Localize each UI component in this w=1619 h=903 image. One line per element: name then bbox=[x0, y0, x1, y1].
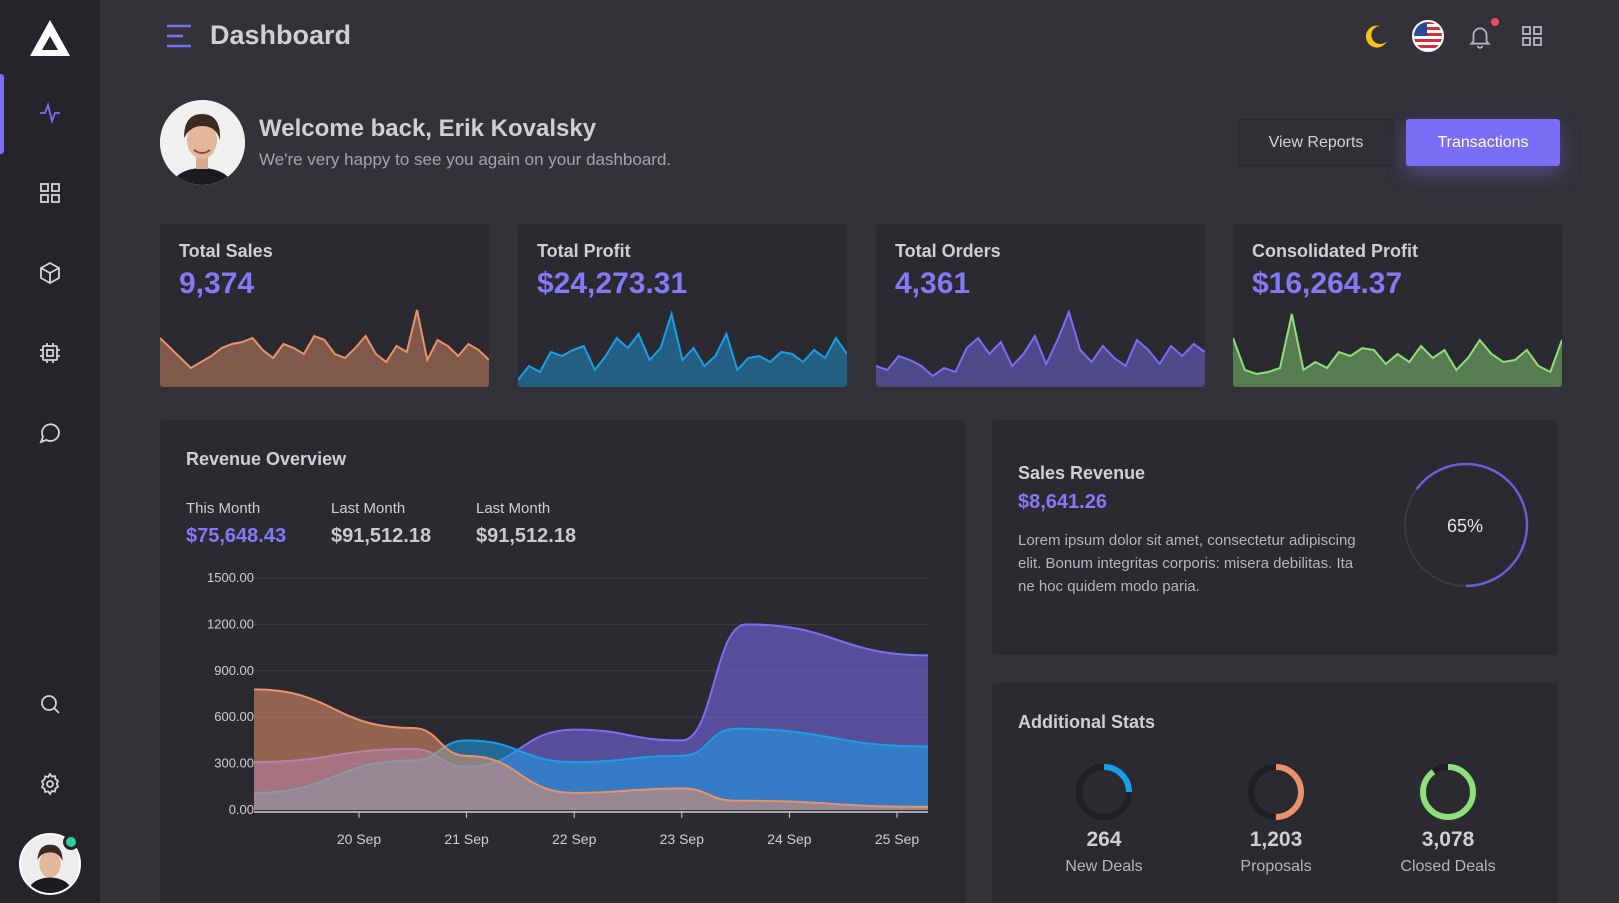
closed-deals-donut bbox=[1420, 764, 1476, 820]
y-tick-label: 1500.00 bbox=[207, 570, 254, 585]
x-tick-label: 22 Sep bbox=[552, 831, 597, 847]
y-tick-label: 0.00 bbox=[229, 802, 254, 817]
x-tick-label: 20 Sep bbox=[337, 831, 382, 847]
additional-stats-title: Additional Stats bbox=[1018, 712, 1156, 732]
new-deals-value: 264 bbox=[1086, 828, 1122, 851]
sales-revenue-description: Lorem ipsum dolor sit amet, consectetur … bbox=[1018, 532, 1356, 595]
y-tick-label: 1200.00 bbox=[207, 616, 254, 631]
y-tick-label: 300.00 bbox=[214, 756, 254, 771]
new-deals-donut bbox=[1076, 764, 1132, 820]
x-tick-label: 24 Sep bbox=[767, 831, 812, 847]
sales-revenue-value: $8,641.26 bbox=[1018, 491, 1107, 513]
sales-revenue-percent: 65% bbox=[1446, 516, 1484, 536]
proposals-label: Proposals bbox=[1240, 858, 1312, 875]
closed-deals-label: Closed Deals bbox=[1400, 858, 1496, 875]
proposals-donut bbox=[1248, 764, 1304, 820]
donut-arc bbox=[1420, 764, 1476, 820]
closed-deals-value: 3,078 bbox=[1421, 828, 1475, 851]
y-tick-label: 600.00 bbox=[214, 709, 254, 724]
new-deals-label: New Deals bbox=[1065, 858, 1143, 875]
x-tick-label: 25 Sep bbox=[875, 831, 920, 847]
x-tick-label: 21 Sep bbox=[444, 831, 489, 847]
sales-revenue-title: Sales Revenue bbox=[1018, 463, 1146, 483]
proposals-value: 1,203 bbox=[1249, 828, 1303, 851]
y-tick-label: 900.00 bbox=[214, 663, 254, 678]
x-tick-label: 23 Sep bbox=[660, 831, 705, 847]
